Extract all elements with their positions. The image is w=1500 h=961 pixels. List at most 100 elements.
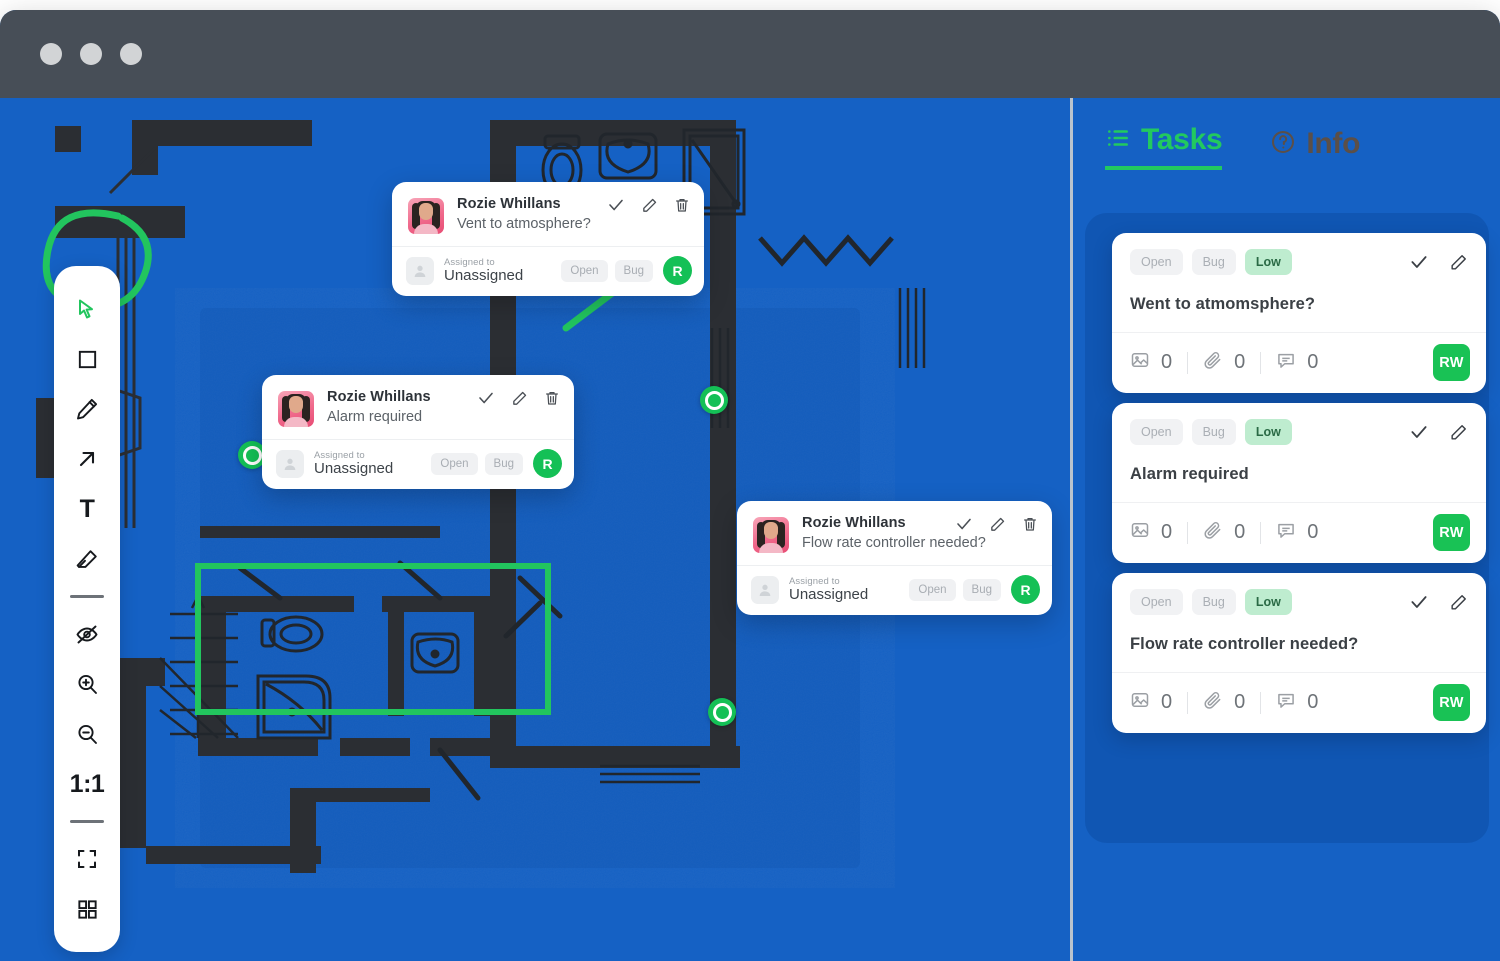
- zoom-out-tool[interactable]: [62, 709, 112, 759]
- task-comments-stat[interactable]: 0: [1276, 690, 1318, 715]
- task-type-chip[interactable]: Bug: [1191, 419, 1236, 445]
- tab-info[interactable]: Info: [1270, 127, 1360, 170]
- task-edit-pencil-icon[interactable]: [1449, 423, 1468, 442]
- image-icon: [1130, 690, 1150, 715]
- status-chip[interactable]: Open: [909, 578, 956, 601]
- edit-pencil-icon[interactable]: [641, 197, 658, 214]
- pen-tool[interactable]: [62, 384, 112, 434]
- task-comments-count: 0: [1307, 521, 1319, 543]
- avatar: [753, 517, 789, 553]
- paperclip-icon: [1203, 690, 1223, 715]
- edit-pencil-icon[interactable]: [989, 516, 1006, 533]
- task-type-chip[interactable]: Bug: [1191, 589, 1236, 615]
- paperclip-icon: [1203, 520, 1223, 545]
- assignee[interactable]: Assigned to Unassigned: [751, 575, 909, 604]
- type-chip[interactable]: Bug: [962, 578, 1001, 601]
- task-attachments-stat[interactable]: 0: [1203, 690, 1245, 715]
- task-assignee-badge[interactable]: RW: [1433, 514, 1470, 551]
- status-chip[interactable]: Open: [431, 452, 478, 475]
- delete-trash-icon[interactable]: [544, 390, 560, 406]
- delete-trash-icon[interactable]: [1022, 516, 1038, 532]
- select-tool[interactable]: [62, 284, 112, 334]
- task-list-panel: Open Bug Low Went to atmomsphere? 0 0 0 …: [1085, 213, 1489, 843]
- task-title: Flow rate controller needed?: [1130, 635, 1359, 653]
- comment-author: Rozie Whillans: [327, 389, 431, 405]
- status-chip[interactable]: Open: [561, 259, 608, 282]
- task-assignee-badge[interactable]: RW: [1433, 684, 1470, 721]
- task-images-stat[interactable]: 0: [1130, 690, 1172, 715]
- type-chip[interactable]: Bug: [614, 259, 653, 282]
- map-pin-vent[interactable]: [700, 386, 728, 414]
- comment-footer: Assigned to Unassigned Open Bug R: [737, 565, 1052, 615]
- task-comments-stat[interactable]: 0: [1276, 520, 1318, 545]
- task-images-stat[interactable]: 0: [1130, 520, 1172, 545]
- tools-palette[interactable]: T 1:1: [54, 266, 120, 952]
- zoom-in-tool[interactable]: [62, 659, 112, 709]
- task-resolve-check-icon[interactable]: [1409, 592, 1429, 612]
- task-status-chip[interactable]: Open: [1130, 249, 1183, 275]
- assignee[interactable]: Assigned to Unassigned: [406, 256, 561, 285]
- task-title: Alarm required: [1130, 465, 1249, 483]
- avatar: [278, 391, 314, 427]
- task-assignee-badge[interactable]: RW: [1433, 344, 1470, 381]
- eraser-tool[interactable]: [62, 534, 112, 584]
- task-card[interactable]: Open Bug Low Flow rate controller needed…: [1112, 573, 1486, 733]
- text-tool[interactable]: T: [62, 484, 112, 534]
- task-attachments-count: 0: [1234, 521, 1246, 543]
- image-icon: [1130, 520, 1150, 545]
- stat-divider: [1187, 691, 1189, 714]
- image-icon: [1130, 350, 1150, 375]
- comment-icon: [1276, 690, 1296, 715]
- delete-trash-icon[interactable]: [674, 197, 690, 213]
- type-chip[interactable]: Bug: [484, 452, 523, 475]
- resolve-check-icon[interactable]: [955, 515, 973, 533]
- task-priority-chip[interactable]: Low: [1244, 589, 1292, 615]
- task-status-chip[interactable]: Open: [1130, 419, 1183, 445]
- assignee-placeholder-icon: [751, 575, 779, 604]
- zoom-reset-tool[interactable]: 1:1: [62, 759, 112, 809]
- grid-view-tool[interactable]: [62, 884, 112, 934]
- task-card[interactable]: Open Bug Low Went to atmomsphere? 0 0 0 …: [1112, 233, 1486, 393]
- comment-popup[interactable]: Rozie Whillans Vent to atmosphere? Assig…: [392, 182, 704, 296]
- stat-divider: [1260, 351, 1262, 374]
- task-comments-count: 0: [1307, 691, 1319, 713]
- resolve-check-icon[interactable]: [607, 196, 625, 214]
- edit-pencil-icon[interactable]: [511, 390, 528, 407]
- task-card[interactable]: Open Bug Low Alarm required 0 0 0 RW: [1112, 403, 1486, 563]
- comment-icon: [1276, 520, 1296, 545]
- assignee[interactable]: Assigned to Unassigned: [276, 449, 431, 478]
- window-close-button[interactable]: [40, 43, 62, 65]
- task-edit-pencil-icon[interactable]: [1449, 593, 1468, 612]
- task-status-chip[interactable]: Open: [1130, 589, 1183, 615]
- map-pin-flow-rate[interactable]: [708, 698, 736, 726]
- comment-footer: Assigned to Unassigned Open Bug R: [262, 439, 574, 489]
- task-edit-pencil-icon[interactable]: [1449, 253, 1468, 272]
- rectangle-tool[interactable]: [62, 334, 112, 384]
- task-type-chip[interactable]: Bug: [1191, 249, 1236, 275]
- arrow-tool[interactable]: [62, 434, 112, 484]
- task-priority-chip[interactable]: Low: [1244, 249, 1292, 275]
- author-badge: R: [1011, 575, 1040, 604]
- task-attachments-count: 0: [1234, 691, 1246, 713]
- task-images-stat[interactable]: 0: [1130, 350, 1172, 375]
- author-badge: R: [533, 449, 562, 478]
- window-minimize-button[interactable]: [80, 43, 102, 65]
- tab-tasks[interactable]: Tasks: [1105, 123, 1223, 170]
- window-maximize-button[interactable]: [120, 43, 142, 65]
- task-comments-stat[interactable]: 0: [1276, 350, 1318, 375]
- stat-divider: [1187, 521, 1189, 544]
- task-resolve-check-icon[interactable]: [1409, 422, 1429, 442]
- drawing-canvas[interactable]: Rozie Whillans Vent to atmosphere? Assig…: [0, 98, 1070, 961]
- author-badge: R: [663, 256, 692, 285]
- task-attachments-stat[interactable]: 0: [1203, 520, 1245, 545]
- task-priority-chip[interactable]: Low: [1244, 419, 1292, 445]
- comment-popup[interactable]: Rozie Whillans Alarm required Assigned t…: [262, 375, 574, 489]
- task-resolve-check-icon[interactable]: [1409, 252, 1429, 272]
- fit-screen-tool[interactable]: [62, 834, 112, 884]
- app-root: Rozie Whillans Vent to atmosphere? Assig…: [0, 0, 1500, 961]
- sidebar-tabs[interactable]: Tasks Info: [1105, 123, 1360, 170]
- resolve-check-icon[interactable]: [477, 389, 495, 407]
- comment-popup[interactable]: Rozie Whillans Flow rate controller need…: [737, 501, 1052, 615]
- task-attachments-stat[interactable]: 0: [1203, 350, 1245, 375]
- hide-annotations-tool[interactable]: [62, 609, 112, 659]
